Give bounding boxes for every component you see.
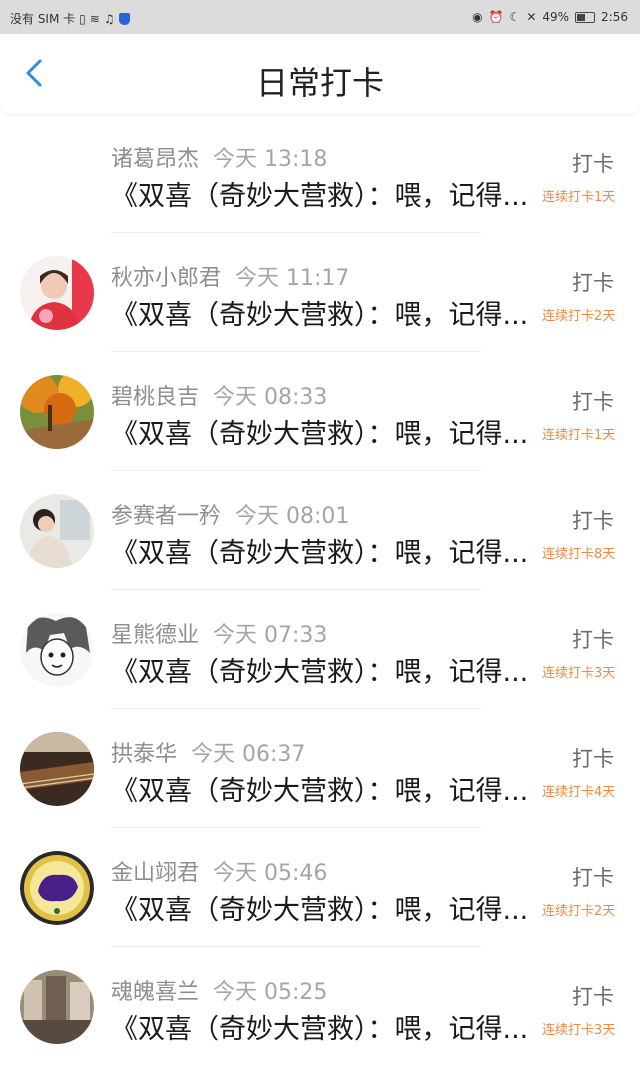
eye-icon: ◉ bbox=[472, 10, 483, 24]
streak-badge: 连续打卡2天 bbox=[542, 309, 616, 324]
checkin-label: 打卡 bbox=[572, 866, 614, 890]
clock: 2:56 bbox=[601, 10, 628, 24]
avatar[interactable] bbox=[20, 375, 94, 449]
streak-badge: 连续打卡3天 bbox=[542, 666, 616, 681]
post-time: 今天 08:33 bbox=[213, 385, 328, 410]
battery-percent: 49% bbox=[542, 10, 570, 24]
user-name[interactable]: 碧桃良吉 bbox=[111, 385, 199, 410]
streak-badge: 连续打卡1天 bbox=[542, 428, 616, 443]
checkin-label: 打卡 bbox=[572, 747, 614, 771]
avatar[interactable] bbox=[20, 970, 94, 1044]
page-title: 日常打卡 bbox=[255, 64, 384, 102]
message-text: 《双喜（奇妙大营救）：喂，记得... bbox=[111, 419, 529, 450]
post-time: 今天 08:01 bbox=[235, 504, 350, 529]
post-time: 今天 11:17 bbox=[235, 266, 350, 291]
checkin-list: 诸葛昂杰 今天 13:18 《双喜（奇妙大营救）：喂，记得... 打卡 连续打卡1… bbox=[0, 114, 640, 1066]
user-name[interactable]: 魂魄喜兰 bbox=[111, 980, 199, 1005]
moon-icon: ☾ bbox=[509, 10, 521, 24]
status-right: ◉ ⏰ ☾ ✕ 49% 2:56 bbox=[472, 10, 628, 24]
avatar[interactable] bbox=[20, 256, 94, 330]
user-name[interactable]: 星熊德业 bbox=[111, 623, 199, 648]
shield-icon bbox=[118, 12, 130, 25]
user-name[interactable]: 金山翊君 bbox=[111, 861, 199, 886]
list-item[interactable]: 诸葛昂杰 今天 13:18 《双喜（奇妙大营救）：喂，记得... 打卡 连续打卡1… bbox=[0, 114, 640, 233]
message-text: 《双喜（奇妙大营救）：喂，记得... bbox=[111, 181, 529, 212]
mute-icon: ✕ bbox=[526, 10, 537, 24]
avatar[interactable] bbox=[20, 494, 94, 568]
checkin-label: 打卡 bbox=[572, 628, 614, 652]
user-name[interactable]: 参赛者一矜 bbox=[111, 504, 221, 529]
avatar[interactable] bbox=[20, 613, 94, 687]
post-time: 今天 05:25 bbox=[213, 980, 328, 1005]
post-time: 今天 06:37 bbox=[191, 742, 306, 767]
checkin-label: 打卡 bbox=[572, 152, 614, 176]
list-item[interactable]: 秋亦小郎君 今天 11:17 《双喜（奇妙大营救）：喂，记得... 打卡 连续打卡… bbox=[0, 233, 640, 352]
avatar[interactable] bbox=[20, 732, 94, 806]
checkin-label: 打卡 bbox=[572, 985, 614, 1009]
post-time: 今天 07:33 bbox=[213, 623, 328, 648]
streak-badge: 连续打卡8天 bbox=[542, 547, 616, 562]
message-text: 《双喜（奇妙大营救）：喂，记得... bbox=[111, 657, 529, 688]
checkin-label: 打卡 bbox=[572, 271, 614, 295]
message-text: 《双喜（奇妙大营救）：喂，记得... bbox=[111, 1014, 529, 1045]
streak-badge: 连续打卡3天 bbox=[542, 1023, 616, 1038]
carrier-text: 没有 SIM 卡 bbox=[10, 12, 76, 26]
message-text: 《双喜（奇妙大营救）：喂，记得... bbox=[111, 538, 529, 569]
battery-icon bbox=[575, 11, 596, 23]
user-name[interactable]: 秋亦小郎君 bbox=[111, 266, 221, 291]
wifi-icon: ≋ bbox=[89, 11, 100, 26]
checkin-label: 打卡 bbox=[572, 509, 614, 533]
status-bar: 没有 SIM 卡 ▯ ≋ ♫ ◉ ⏰ ☾ ✕ 49% 2:56 bbox=[0, 0, 640, 34]
status-left: 没有 SIM 卡 ▯ ≋ ♫ bbox=[10, 10, 130, 27]
message-text: 《双喜（奇妙大营救）：喂，记得... bbox=[111, 895, 529, 926]
post-time: 今天 05:46 bbox=[213, 861, 328, 886]
list-item[interactable]: 拱泰华 今天 06:37 《双喜（奇妙大营救）：喂，记得... 打卡 连续打卡4天 bbox=[0, 709, 640, 828]
music-icon: ♫ bbox=[103, 11, 115, 26]
list-item[interactable]: 魂魄喜兰 今天 05:25 《双喜（奇妙大营救）：喂，记得... 打卡 连续打卡3… bbox=[0, 947, 640, 1066]
nav-bar: 日常打卡 bbox=[0, 34, 640, 114]
message-text: 《双喜（奇妙大营救）：喂，记得... bbox=[111, 776, 529, 807]
user-name[interactable]: 诸葛昂杰 bbox=[111, 147, 199, 172]
message-text: 《双喜（奇妙大营救）：喂，记得... bbox=[111, 300, 529, 331]
list-item[interactable]: 金山翊君 今天 05:46 《双喜（奇妙大营救）：喂，记得... 打卡 连续打卡2… bbox=[0, 828, 640, 947]
list-item[interactable]: 参赛者一矜 今天 08:01 《双喜（奇妙大营救）：喂，记得... 打卡 连续打卡… bbox=[0, 471, 640, 590]
streak-badge: 连续打卡4天 bbox=[542, 785, 616, 800]
alarm-icon: ⏰ bbox=[488, 10, 504, 24]
sim-icon: ▯ bbox=[79, 11, 86, 26]
checkin-label: 打卡 bbox=[572, 390, 614, 414]
list-item[interactable]: 星熊德业 今天 07:33 《双喜（奇妙大营救）：喂，记得... 打卡 连续打卡3… bbox=[0, 590, 640, 709]
avatar[interactable] bbox=[20, 851, 94, 925]
user-name[interactable]: 拱泰华 bbox=[111, 742, 177, 767]
post-time: 今天 13:18 bbox=[213, 147, 328, 172]
list-item[interactable]: 碧桃良吉 今天 08:33 《双喜（奇妙大营救）：喂，记得... 打卡 连续打卡1… bbox=[0, 352, 640, 471]
streak-badge: 连续打卡1天 bbox=[542, 190, 616, 205]
streak-badge: 连续打卡2天 bbox=[542, 904, 616, 919]
